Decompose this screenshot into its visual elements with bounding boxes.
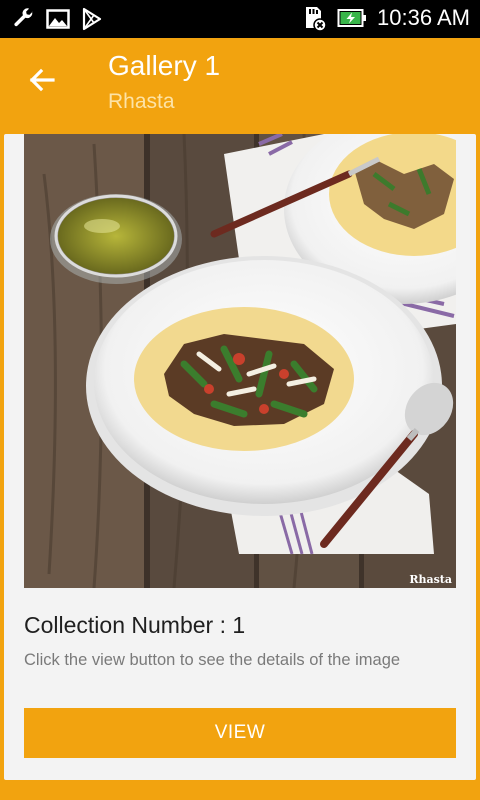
collection-description: Click the view button to see the details… bbox=[24, 651, 401, 669]
sd-card-icon bbox=[299, 4, 327, 32]
collection-title: Collection Number : 1 bbox=[24, 612, 246, 638]
food-photo-illustration bbox=[24, 134, 456, 588]
status-time: 10:36 AM bbox=[377, 5, 470, 30]
arrow-left-icon bbox=[24, 68, 60, 102]
back-button[interactable] bbox=[24, 62, 60, 98]
image-icon bbox=[46, 7, 70, 31]
page-title: Gallery 1 bbox=[108, 50, 221, 81]
app-bar: Gallery 1 Rhasta bbox=[0, 38, 480, 134]
battery-charging-icon bbox=[337, 6, 367, 30]
status-bar: 10:36 AM bbox=[0, 0, 480, 38]
food-photo[interactable]: Rhasta bbox=[24, 134, 456, 588]
page-subtitle: Rhasta bbox=[108, 90, 175, 113]
play-store-icon bbox=[80, 7, 104, 31]
view-button[interactable]: VIEW bbox=[24, 708, 456, 758]
gallery-card: Rhasta Collection Number : 1 Click the v… bbox=[4, 134, 476, 780]
wrench-icon bbox=[12, 7, 36, 31]
image-watermark: Rhasta bbox=[409, 573, 452, 586]
